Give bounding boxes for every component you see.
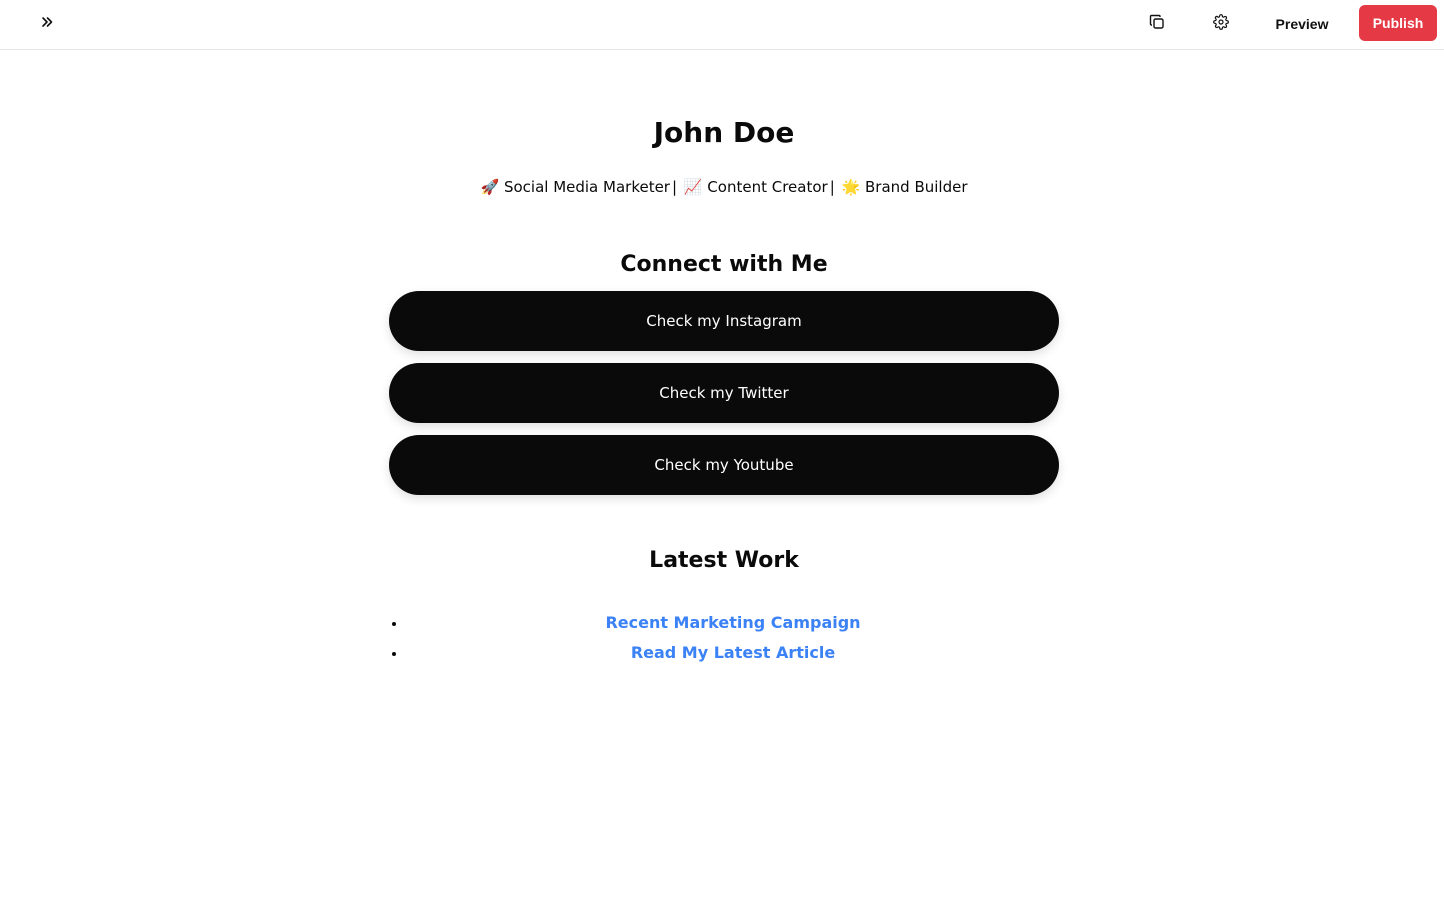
top-toolbar: Preview Publish bbox=[0, 0, 1444, 50]
latest-article-link[interactable]: Read My Latest Article bbox=[631, 643, 835, 662]
publish-button[interactable]: Publish bbox=[1359, 5, 1437, 41]
tagline-role-3: Brand Builder bbox=[865, 178, 968, 196]
twitter-link-button[interactable]: Check my Twitter bbox=[389, 363, 1059, 423]
chevrons-right-icon bbox=[40, 15, 54, 32]
chart-increasing-icon: 📈 bbox=[683, 178, 703, 196]
glowing-star-icon: 🌟 bbox=[841, 178, 861, 196]
profile-name: John Doe bbox=[653, 116, 795, 149]
profile-tagline: 🚀 Social Media Marketer | 📈 Content Creat… bbox=[389, 176, 1059, 198]
expand-sidebar-button[interactable] bbox=[31, 8, 63, 38]
tagline-role-2: Content Creator bbox=[707, 178, 828, 196]
latest-work-list: Recent Marketing Campaign Read My Latest… bbox=[389, 608, 1059, 668]
recent-marketing-campaign-link[interactable]: Recent Marketing Campaign bbox=[605, 613, 860, 632]
rocket-icon: 🚀 bbox=[480, 178, 500, 196]
connect-section-title: Connect with Me bbox=[620, 252, 828, 277]
tagline-separator: | bbox=[671, 178, 678, 196]
gear-icon bbox=[1213, 13, 1229, 33]
latest-work-title: Latest Work bbox=[649, 548, 799, 573]
tagline-separator: | bbox=[829, 178, 835, 196]
copy-button[interactable] bbox=[1141, 8, 1173, 38]
list-item: Read My Latest Article bbox=[407, 638, 1059, 668]
copy-icon bbox=[1149, 14, 1165, 33]
instagram-link-button[interactable]: Check my Instagram bbox=[389, 291, 1059, 351]
settings-button[interactable] bbox=[1205, 8, 1237, 38]
preview-button[interactable]: Preview bbox=[1262, 7, 1342, 40]
tagline-role-1: Social Media Marketer bbox=[503, 178, 670, 196]
youtube-link-button[interactable]: Check my Youtube bbox=[389, 435, 1059, 495]
list-item: Recent Marketing Campaign bbox=[407, 608, 1059, 638]
